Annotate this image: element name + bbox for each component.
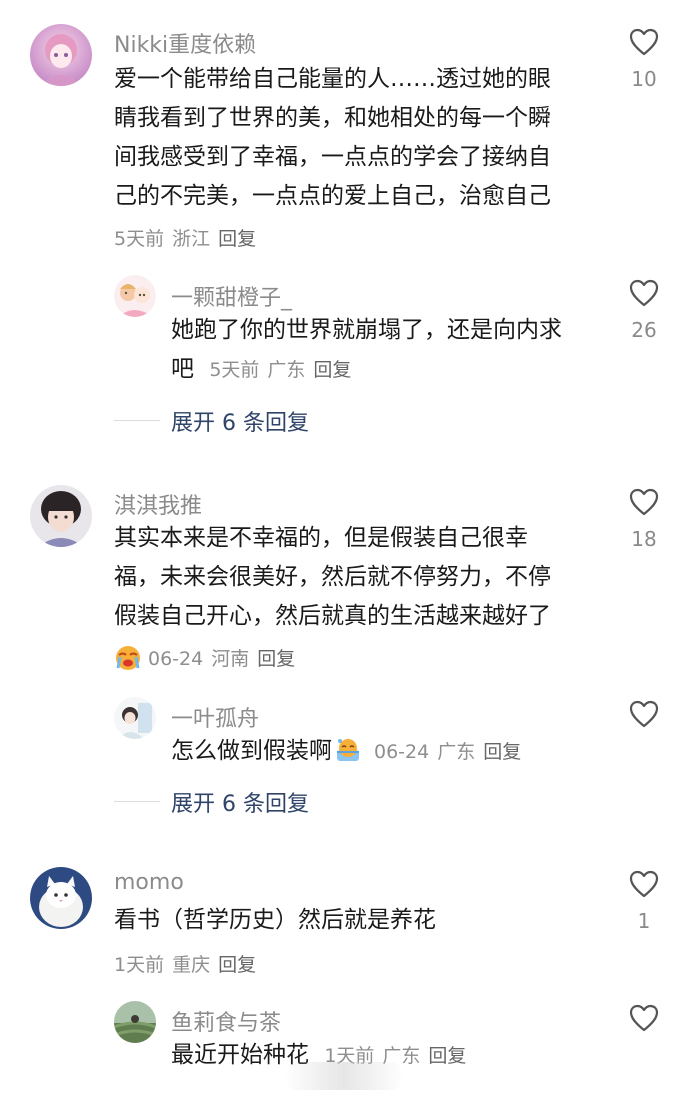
reply-time: 06-24 (374, 741, 430, 763)
comment-text: 看书（哲学历史）然后就是养花 (114, 901, 436, 940)
comment-text-line: 间我感受到了幸福，一点点的学会了接纳自 (114, 144, 551, 170)
comment-meta: 1天前 重庆 回复 (114, 950, 264, 977)
reply-text-line-with-meta: 吧 5天前 广东 回复 (171, 350, 562, 389)
avatar[interactable] (114, 697, 156, 739)
like-button[interactable] (629, 1004, 659, 1032)
comment-text: 爱一个能带给自己能量的人……透过她的眼 睛我看到了世界的美，和她相处的每一个瞬 … (114, 60, 551, 216)
reply-location: 广东 (267, 359, 306, 381)
comment-text-line: 己的不完美，一点点的爱上自己，治愈自己 (114, 183, 551, 209)
like-button[interactable] (629, 488, 659, 516)
heart-outline-icon (629, 1004, 659, 1032)
comment-text-line: 假装自己开心，然后就真的生活越来越好了 (114, 603, 551, 629)
comment-username[interactable]: momo (114, 870, 184, 895)
heart-outline-icon (629, 870, 659, 898)
reply-meta: 06-24 广东 回复 (374, 741, 529, 763)
avatar[interactable] (114, 275, 156, 317)
expand-replies-button[interactable]: 展开 6 条回复 (171, 405, 309, 437)
reply-location: 广东 (437, 741, 476, 763)
comment-meta: 06-24 河南 回复 (114, 643, 303, 671)
reply-meta: 5天前 广东 回复 (209, 359, 359, 381)
reply-button[interactable]: 回复 (218, 954, 256, 976)
crying-face-emoji (114, 643, 142, 671)
like-button[interactable] (629, 28, 659, 56)
reply-text-line-with-meta: 怎么做到假装啊 06-24 广东 回复 (171, 732, 529, 771)
like-count: 1 (637, 909, 651, 933)
reply-time: 5天前 (209, 359, 260, 381)
comment-time: 5天前 (114, 228, 165, 250)
comment-location: 浙江 (172, 228, 211, 250)
divider (114, 420, 160, 421)
watermark (284, 1062, 404, 1090)
heart-outline-icon (629, 488, 659, 516)
comment-time: 06-24 (148, 648, 204, 670)
comment-location: 重庆 (172, 954, 211, 976)
reply-button[interactable]: 回复 (428, 1045, 466, 1067)
comment-time: 1天前 (114, 954, 165, 976)
avatar[interactable] (30, 485, 92, 547)
comment-text-line: 爱一个能带给自己能量的人……透过她的眼 (114, 66, 551, 92)
reply-button[interactable]: 回复 (218, 228, 256, 250)
reply-text: 怎么做到假装啊 06-24 广东 回复 (171, 732, 529, 771)
like-button[interactable] (629, 279, 659, 307)
reply-username[interactable]: 鱼莉食与茶 (171, 1005, 281, 1037)
reply-text-line: 吧 (171, 356, 194, 382)
heart-outline-icon (629, 279, 659, 307)
reply-username[interactable]: 一叶孤舟 (171, 701, 259, 733)
like-button[interactable] (629, 870, 659, 898)
comment-text: 其实本来是不幸福的，但是假装自己很幸 福，未来会很美好，然后就不停努力，不停 假… (114, 519, 551, 636)
reply-button[interactable]: 回复 (483, 741, 521, 763)
like-count: 18 (631, 527, 657, 551)
reply-username[interactable]: 一颗甜橙子_ (171, 280, 292, 312)
comment-text-line: 睛我看到了世界的美，和她相处的每一个瞬 (114, 105, 551, 131)
like-count: 26 (631, 318, 657, 342)
reply-button[interactable]: 回复 (257, 648, 295, 670)
like-count: 10 (631, 67, 657, 91)
divider (114, 801, 160, 802)
comment-location: 河南 (211, 648, 250, 670)
reply-text: 她跑了你的世界就崩塌了，还是向内求 吧 5天前 广东 回复 (171, 311, 562, 389)
comment-username[interactable]: Nikki重度依赖 (114, 27, 256, 59)
comment-text-line: 其实本来是不幸福的，但是假装自己很幸 (114, 525, 528, 551)
like-button[interactable] (629, 700, 659, 728)
comment-meta: 5天前 浙江 回复 (114, 224, 264, 251)
reply-text-line: 她跑了你的世界就崩塌了，还是向内求 (171, 317, 562, 343)
comment-text-line: 福，未来会很美好，然后就不停努力，不停 (114, 564, 551, 590)
heart-outline-icon (629, 700, 659, 728)
reply-text-line: 怎么做到假装啊 (171, 738, 332, 764)
avatar[interactable] (30, 867, 92, 929)
expand-replies-button[interactable]: 展开 6 条回复 (171, 786, 309, 818)
sweating-face-emoji (334, 736, 362, 764)
reply-button[interactable]: 回复 (313, 359, 351, 381)
comment-username[interactable]: 淇淇我推 (114, 488, 202, 520)
comment-text-line: 看书（哲学历史）然后就是养花 (114, 907, 436, 933)
avatar[interactable] (114, 1001, 156, 1043)
heart-outline-icon (629, 28, 659, 56)
avatar[interactable] (30, 24, 92, 86)
